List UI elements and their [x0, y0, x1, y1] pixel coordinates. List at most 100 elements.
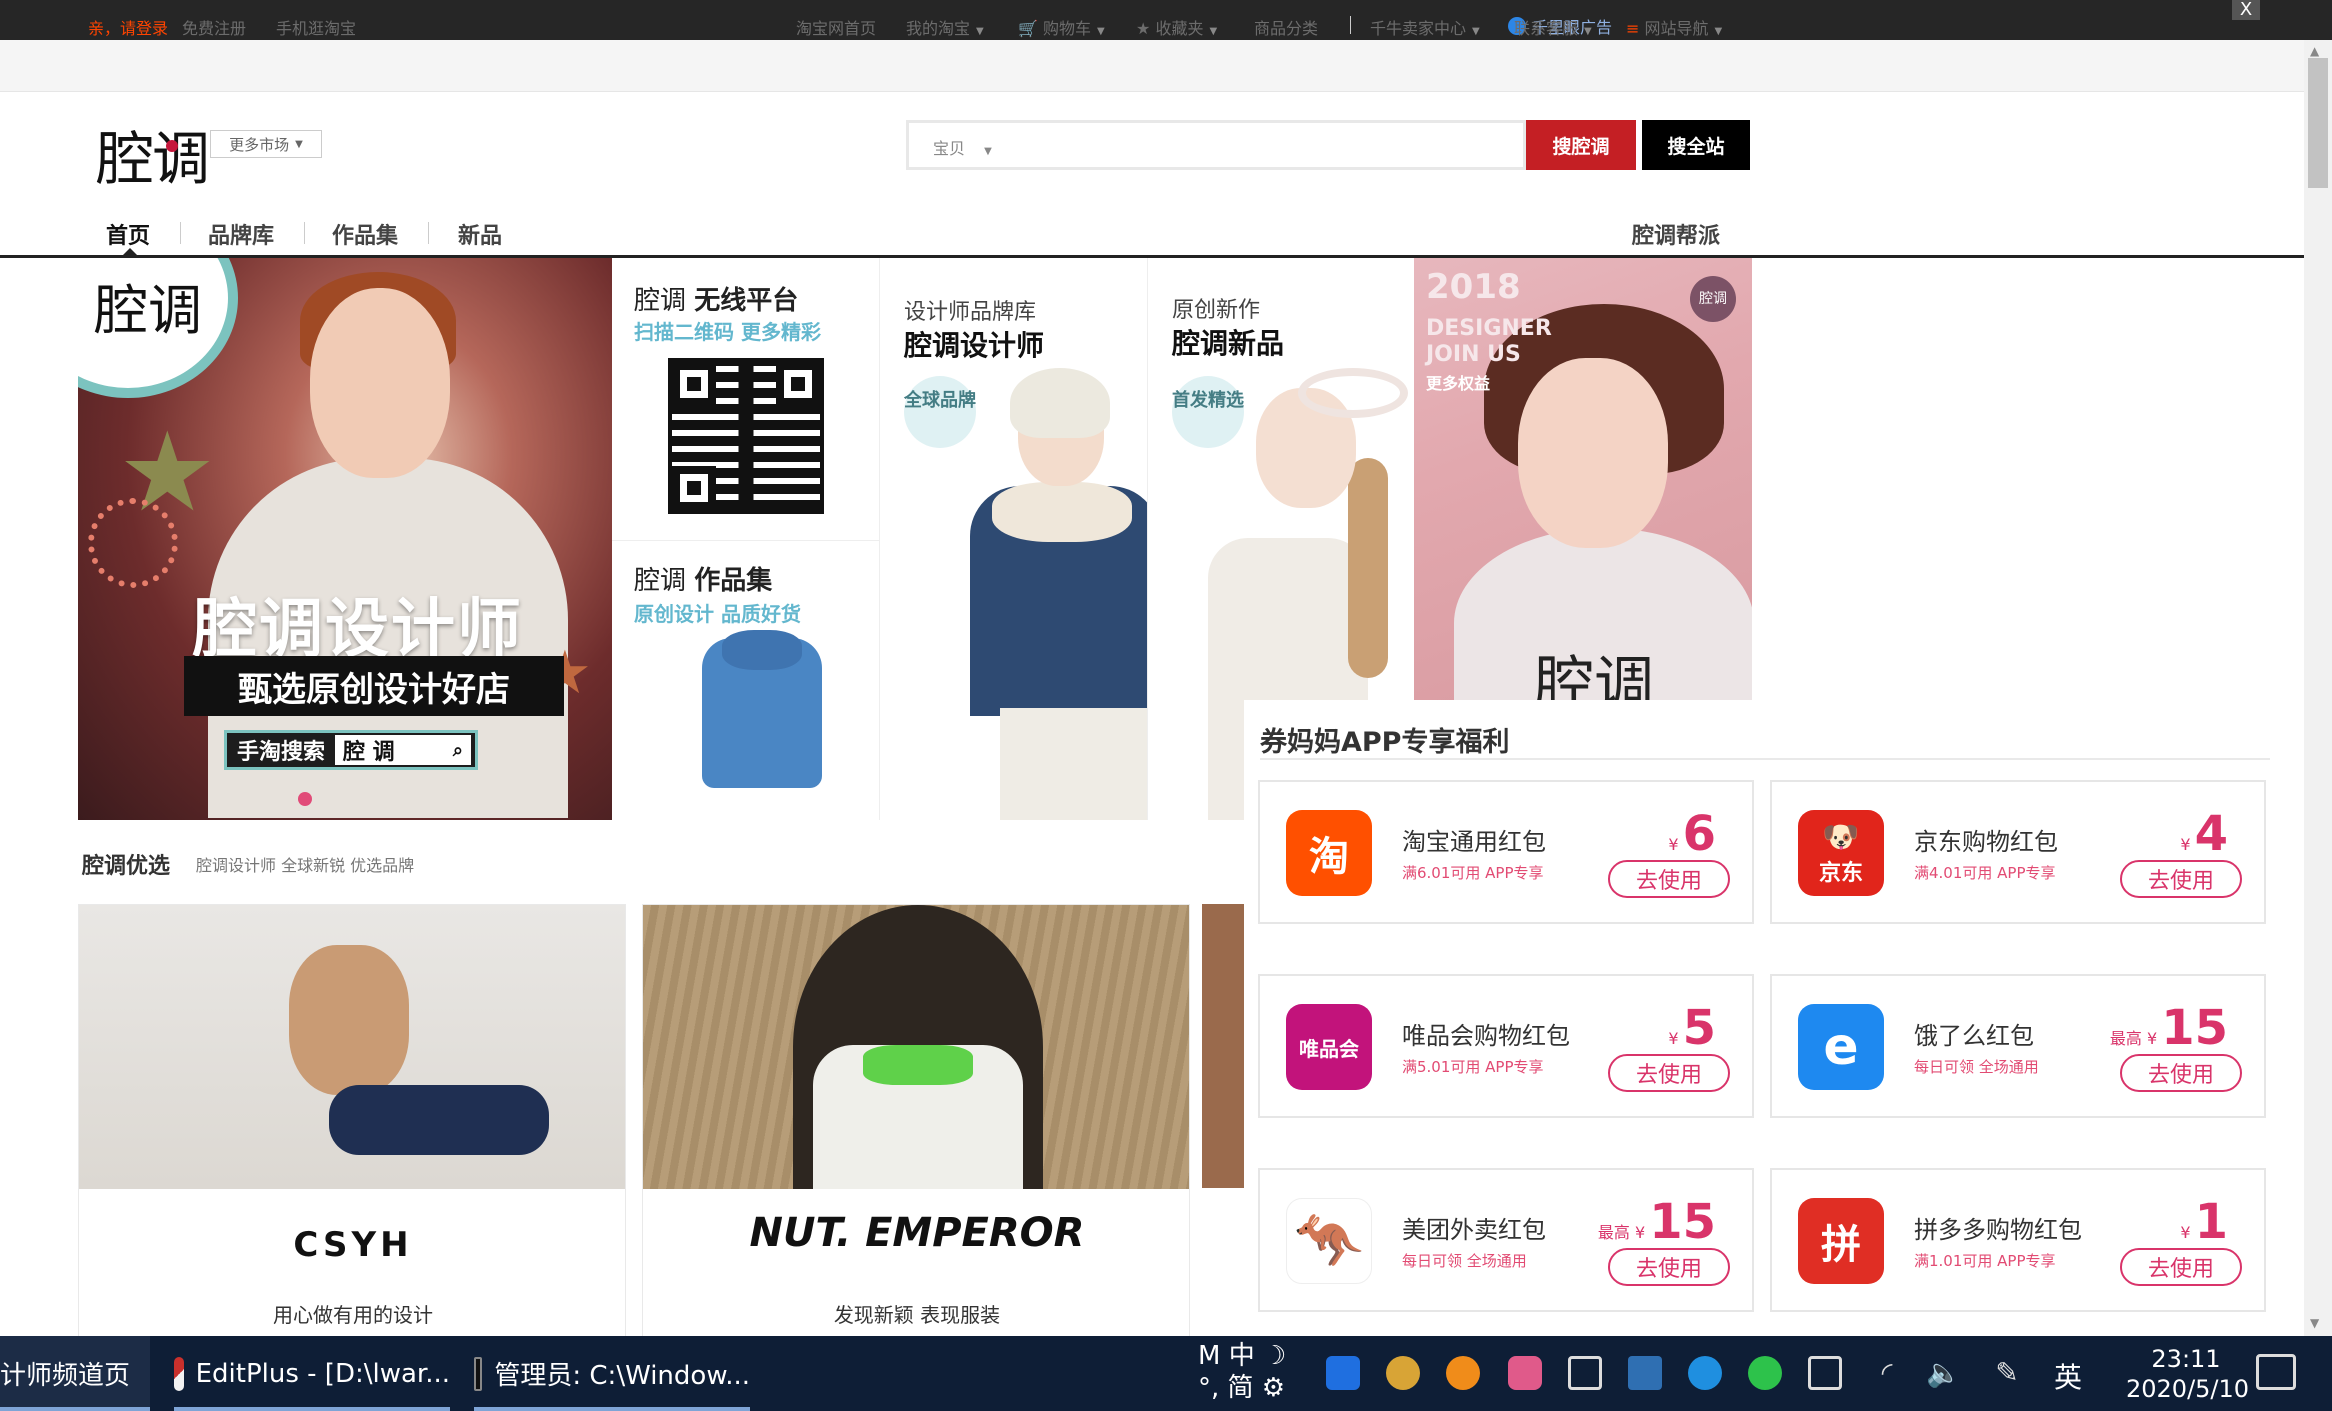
- model-figure: [289, 945, 409, 1095]
- volume-icon[interactable]: 🔈: [1926, 1356, 1961, 1390]
- my-taobao-menu[interactable]: 我的淘宝 ▼: [906, 15, 984, 39]
- coupon-card-taobao[interactable]: 淘 淘宝通用红包 满6.01可用 APP专享 ¥6 去使用: [1258, 780, 1754, 924]
- designer-tile-small-title: 设计师品牌库: [904, 300, 1037, 325]
- coupon-value: 1: [2194, 1194, 2228, 1250]
- new-badge: 首发精选: [1172, 376, 1244, 448]
- menu-icon: ≡: [1626, 19, 1640, 38]
- categories-link[interactable]: 商品分类: [1254, 15, 1318, 39]
- coupon-card-jd[interactable]: 🐶 京东 京东购物红包 满4.01可用 APP专享 ¥4 去使用: [1770, 780, 2266, 924]
- scroll-up-icon[interactable]: ▲: [2310, 44, 2319, 58]
- window-switch-icon[interactable]: [1568, 1356, 1602, 1390]
- security-shield-icon[interactable]: [1628, 1356, 1662, 1390]
- designer-badge: 全球品牌: [904, 376, 976, 448]
- terminal-icon: [474, 1356, 483, 1391]
- cart-menu[interactable]: 🛒 购物车 ▼: [1018, 15, 1105, 39]
- scrollbar-thumb[interactable]: [2308, 58, 2328, 188]
- wechat-icon[interactable]: [1748, 1356, 1782, 1390]
- tab-gang[interactable]: 腔调帮派: [1632, 218, 1720, 250]
- system-clock[interactable]: 23:11 2020/5/10: [2126, 1344, 2249, 1404]
- taskbar-item-label: EditPlus - [D:\lwar...: [195, 1358, 450, 1389]
- favorites-menu[interactable]: ★ 收藏夹 ▼: [1136, 15, 1217, 39]
- site-nav-label: 网站导航: [1644, 19, 1709, 38]
- coupon-card-meituan[interactable]: 🦘 美团外卖红包 每日可领 全场通用 最高 ¥15 去使用: [1258, 1168, 1754, 1312]
- battery-icon[interactable]: [1808, 1356, 1842, 1390]
- seller-center-menu[interactable]: 千牛卖家中心 ▼: [1370, 15, 1480, 39]
- use-coupon-button[interactable]: 去使用: [2120, 1248, 2242, 1286]
- window-indicator: [174, 1407, 450, 1411]
- shield-icon[interactable]: [1326, 1356, 1360, 1390]
- currency-prefix: ¥: [2180, 1223, 2191, 1242]
- pen-icon[interactable]: ✎: [1990, 1356, 2024, 1390]
- search-all-button[interactable]: 搜全站: [1642, 120, 1750, 170]
- mobile-taobao-link[interactable]: 手机逛淘宝: [276, 15, 356, 39]
- join-us-tile[interactable]: 2018 DESIGNER JOIN US 更多权益 腔调 腔调: [1414, 258, 1752, 700]
- chevron-down-icon: ▼: [1472, 26, 1480, 37]
- bluetooth-icon[interactable]: [1688, 1356, 1722, 1390]
- coupon-card-pinduoduo[interactable]: 拼 拼多多购物红包 满1.01可用 APP专享 ¥1 去使用: [1770, 1168, 2266, 1312]
- join-badge: 腔调: [1690, 276, 1736, 322]
- wifi-icon[interactable]: ◜: [1870, 1356, 1904, 1390]
- scroll-down-icon[interactable]: ▼: [2310, 1316, 2319, 1330]
- new-tile-small-title: 原创新作: [1172, 298, 1261, 323]
- taskbar-item-label: 管理员: C:\Window...: [494, 1361, 750, 1391]
- designer-brands-tile[interactable]: 设计师品牌库 腔调设计师 全球品牌: [880, 258, 1148, 820]
- qr-corner: [776, 362, 820, 406]
- join-headline: DESIGNER JOIN US: [1426, 316, 1552, 368]
- brand-card[interactable]: CSYH 用心做有用的设计: [78, 904, 626, 1344]
- page-scrollbar[interactable]: [2304, 40, 2332, 1336]
- ime-toolbar[interactable]: M 中 ☽ °, 简 ⚙: [1198, 1340, 1286, 1404]
- brand-card[interactable]: NUT. EMPEROR 发现新颖 表现服装: [642, 904, 1190, 1344]
- hero-banner[interactable]: ★ ★ 腔调 腔调设计师 甄选原创设计好店 手淘搜索 腔 调 ⌕: [78, 258, 612, 820]
- tab-brands[interactable]: 品牌库: [208, 218, 274, 250]
- tab-works[interactable]: 作品集: [332, 218, 398, 250]
- taobao-home-link[interactable]: 淘宝网首页: [796, 15, 876, 39]
- search-category-select[interactable]: 宝贝 ▼: [933, 135, 992, 159]
- favorites-label: 收藏夹: [1155, 19, 1204, 38]
- picks-subtitle: 腔调设计师 全球新锐 优选品牌: [196, 856, 415, 875]
- user-avatar-icon[interactable]: [1386, 1356, 1420, 1390]
- tab-new[interactable]: 新品: [458, 218, 502, 250]
- carousel-dot[interactable]: [298, 792, 312, 806]
- use-coupon-button[interactable]: 去使用: [1608, 860, 1730, 898]
- works-title[interactable]: 腔调 作品集: [634, 560, 772, 597]
- site-logo[interactable]: 腔调: [96, 112, 210, 196]
- customer-service-label: 联系客服: [1514, 19, 1579, 38]
- taskbar-item-label: 计师频道页: [0, 1361, 131, 1391]
- taskbar-cmd-window[interactable]: 管理员: C:\Window...: [474, 1336, 750, 1411]
- login-link[interactable]: 亲，请登录: [88, 15, 168, 39]
- coupon-card-vip[interactable]: 唯品会 唯品会购物红包 满5.01可用 APP专享 ¥5 去使用: [1258, 974, 1754, 1118]
- brand-card-image: [79, 905, 625, 1189]
- nav-divider: [428, 222, 429, 244]
- search-input[interactable]: 宝贝 ▼: [906, 120, 1526, 170]
- ad-close-button[interactable]: X: [2232, 0, 2260, 20]
- search-shop-button[interactable]: 搜腔调: [1526, 120, 1636, 170]
- browser-icon[interactable]: [1446, 1356, 1480, 1390]
- chevron-down-icon: ▼: [984, 146, 992, 157]
- use-coupon-button[interactable]: 去使用: [1608, 1248, 1730, 1286]
- register-link[interactable]: 免费注册: [182, 15, 246, 39]
- coupon-value: 5: [1682, 1000, 1716, 1056]
- picks-title: 腔调优选: [82, 854, 171, 879]
- coupon-card-eleme[interactable]: e 饿了么红包 每日可领 全场通用 最高 ¥15 去使用: [1770, 974, 2266, 1118]
- hero-model-face: [310, 288, 450, 478]
- tab-home[interactable]: 首页: [106, 218, 150, 250]
- search-category-label: 宝贝: [933, 139, 966, 158]
- jd-icon: 🐶 京东: [1798, 810, 1884, 896]
- use-coupon-button[interactable]: 去使用: [2120, 860, 2242, 898]
- input-language[interactable]: 英: [2054, 1356, 2082, 1396]
- qr-title: 腔调 无线平台: [634, 280, 798, 317]
- site-nav-menu[interactable]: ≡ 网站导航 ▼: [1626, 15, 1722, 39]
- taskbar-editplus-window[interactable]: EditPlus - [D:\lwar...: [174, 1336, 450, 1411]
- coupon-value: 15: [1649, 1194, 1716, 1250]
- coupon-desc: 满5.01可用 APP专享: [1402, 1058, 1544, 1076]
- use-coupon-button[interactable]: 去使用: [1608, 1054, 1730, 1092]
- taskbar-browser-window[interactable]: 计师频道页: [0, 1336, 150, 1411]
- customer-service-menu[interactable]: 联系客服 ▼: [1514, 15, 1592, 39]
- use-coupon-button[interactable]: 去使用: [2120, 1054, 2242, 1092]
- notification-center-icon[interactable]: [2256, 1354, 2296, 1390]
- brand-card-partial[interactable]: [1202, 904, 1244, 1188]
- app-icon[interactable]: [1508, 1356, 1542, 1390]
- more-markets-dropdown[interactable]: 更多市场 ▼: [210, 130, 322, 158]
- join-logo: 腔调: [1534, 650, 1654, 700]
- coupon-desc: 满1.01可用 APP专享: [1914, 1252, 2056, 1270]
